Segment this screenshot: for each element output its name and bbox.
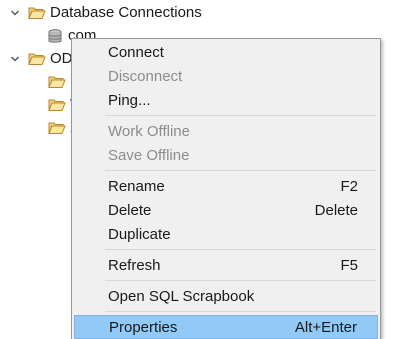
folder-open-icon (28, 6, 46, 20)
folder-open-icon (48, 121, 66, 135)
chevron-down-icon[interactable] (8, 6, 22, 20)
menu-item-delete[interactable]: Delete Delete (74, 198, 378, 222)
menu-separator (105, 170, 376, 171)
explorer-panel: Database Connections com OD Connect Disc… (0, 0, 409, 339)
chevron-down-icon[interactable] (8, 52, 22, 66)
shortcut-label: Alt+Enter (294, 318, 357, 336)
tree-node-label: Database Connections (50, 4, 202, 21)
tree-node-label: OD (50, 50, 73, 67)
context-menu: Connect Disconnect Ping... Work Offline … (71, 38, 381, 339)
folder-open-icon (48, 98, 66, 112)
menu-item-properties[interactable]: Properties Alt+Enter (74, 315, 378, 339)
menu-item-duplicate[interactable]: Duplicate (74, 222, 378, 246)
menu-item-ping[interactable]: Ping... (74, 88, 378, 112)
menu-separator (105, 311, 376, 312)
folder-open-icon (28, 52, 46, 66)
shortcut-label: Delete (314, 201, 358, 219)
shortcut-label: F2 (340, 177, 358, 195)
menu-separator (105, 115, 376, 116)
menu-item-connect[interactable]: Connect (74, 40, 378, 64)
menu-item-refresh[interactable]: Refresh F5 (74, 253, 378, 277)
menu-item-open-sql-scrapbook[interactable]: Open SQL Scrapbook (74, 284, 378, 308)
folder-open-icon (48, 75, 66, 89)
menu-separator (105, 249, 376, 250)
tree-node-odbc-folder[interactable]: OD (8, 48, 73, 70)
database-icon (46, 29, 64, 43)
menu-item-work-offline: Work Offline (108, 122, 190, 140)
tree-node-database-connections[interactable]: Database Connections (8, 2, 202, 24)
menu-item-disconnect: Disconnect (108, 67, 183, 85)
menu-separator (105, 280, 376, 281)
menu-item-rename[interactable]: Rename F2 (74, 174, 378, 198)
menu-item-save-offline: Save Offline (108, 146, 190, 164)
shortcut-label: F5 (340, 256, 358, 274)
